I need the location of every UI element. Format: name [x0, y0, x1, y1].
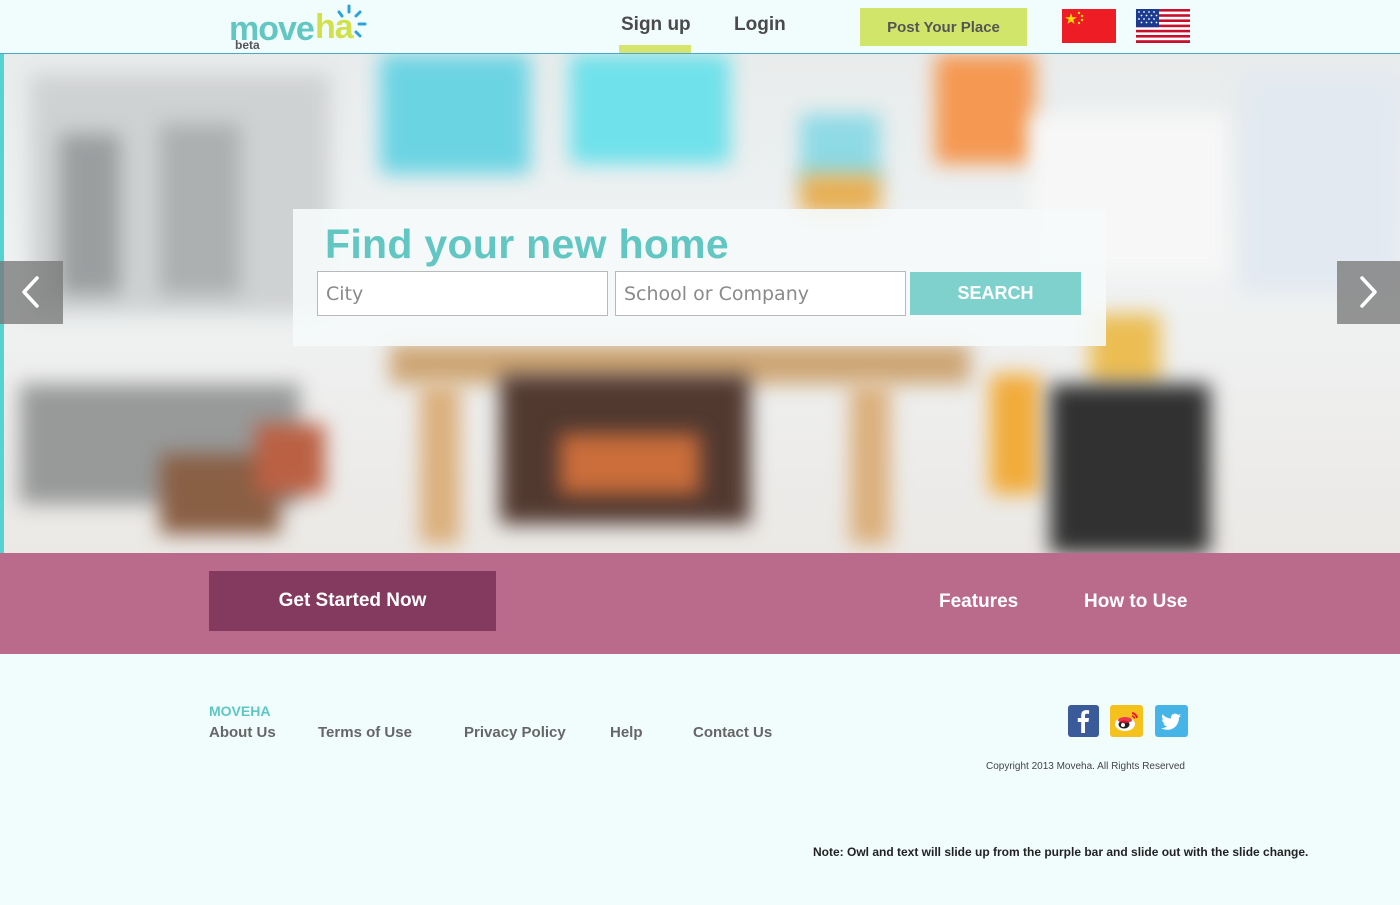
chevron-right-icon	[1360, 276, 1377, 308]
sign-up-link[interactable]: Sign up	[621, 14, 691, 36]
terms-of-use-link[interactable]: Terms of Use	[318, 724, 412, 741]
facebook-icon[interactable]	[1068, 705, 1099, 737]
logo-sparkle-icon	[337, 4, 367, 38]
chinese-flag-icon[interactable]	[1062, 9, 1116, 43]
active-nav-indicator	[619, 45, 691, 53]
search-button[interactable]: SEARCH	[910, 272, 1081, 315]
help-link[interactable]: Help	[610, 724, 643, 741]
search-panel: Find your new home SEARCH	[293, 209, 1106, 346]
chevron-left-icon	[22, 276, 39, 308]
footer-brand: MOVEHA	[209, 703, 271, 719]
contact-us-link[interactable]: Contact Us	[693, 724, 772, 741]
hero-slideshow: Find your new home SEARCH	[0, 54, 1400, 553]
design-note: Note: Owl and text will slide up from th…	[813, 845, 1309, 859]
get-started-now-button[interactable]: Get Started Now	[209, 571, 496, 631]
next-slide-button[interactable]	[1337, 261, 1400, 324]
twitter-icon[interactable]	[1155, 705, 1188, 737]
purple-action-bar: Get Started Now Features How to Use	[0, 553, 1400, 654]
features-link[interactable]: Features	[939, 591, 1018, 613]
beta-badge: beta	[235, 38, 260, 52]
previous-slide-button[interactable]	[0, 261, 63, 324]
about-us-link[interactable]: About Us	[209, 724, 276, 741]
privacy-policy-link[interactable]: Privacy Policy	[464, 724, 566, 741]
post-your-place-button[interactable]: Post Your Place	[860, 8, 1027, 46]
moveha-logo[interactable]: move ha beta	[229, 4, 369, 52]
top-navigation-bar: move ha beta Sign up Login Post Your Pla…	[0, 0, 1400, 54]
copyright-text: Copyright 2013 Moveha. All Rights Reserv…	[986, 761, 1185, 772]
school-or-company-input[interactable]	[615, 271, 906, 316]
login-link[interactable]: Login	[734, 14, 786, 36]
hero-title: Find your new home	[325, 221, 730, 267]
how-to-use-link[interactable]: How to Use	[1084, 591, 1187, 613]
city-input[interactable]	[317, 271, 608, 316]
us-flag-icon[interactable]	[1136, 9, 1190, 43]
weibo-icon[interactable]	[1110, 705, 1143, 737]
